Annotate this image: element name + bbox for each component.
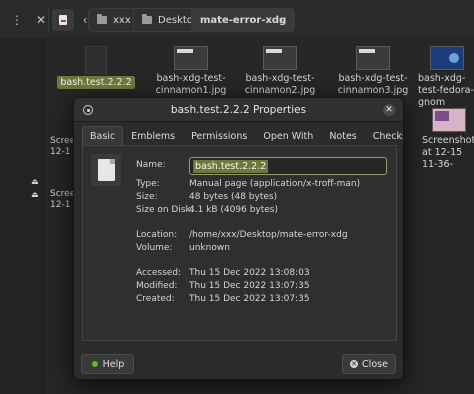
file-item[interactable]: Screenshot at 12-15 11-36-	[422, 108, 474, 171]
file-label: bash-xdg-test-fedora-gnom	[418, 73, 474, 108]
folder-icon	[142, 14, 152, 24]
document-icon	[85, 46, 107, 74]
name-field-value: bash.test.2.2.2	[193, 159, 269, 173]
size-on-disk-value: 4.1 kB (4096 bytes)	[189, 205, 279, 215]
close-button[interactable]: ✕ Close	[342, 354, 396, 374]
file-type-icon[interactable]	[91, 154, 121, 186]
file-item[interactable]: bash-xdg-test-fedora-gnom	[418, 46, 474, 109]
name-field[interactable]: bash.test.2.2.2	[189, 157, 387, 175]
volume-label: Volume:	[136, 243, 173, 253]
size-on-disk-label: Size on Disk:	[136, 205, 194, 215]
image-thumbnail-icon	[263, 46, 297, 70]
breadcrumb-xxx[interactable]: xxx	[88, 8, 140, 32]
tab-open-with[interactable]: Open With	[255, 126, 321, 146]
modified-value: Thu 15 Dec 2022 13:07:35	[189, 281, 310, 291]
file-label: bash-xdg-test-cinnamon3.jpg	[337, 73, 409, 96]
file-manager-toolbar: ⋮ ✕ ‹ xxx Desktop mate-error-xdg ›	[0, 0, 474, 38]
modified-label: Modified:	[136, 281, 178, 291]
file-label: bash-xdg-test-cinnamon2.jpg	[244, 73, 316, 96]
file-item[interactable]: bash-xdg-test-cinnamon2.jpg	[240, 46, 320, 97]
type-label: Type:	[136, 179, 160, 189]
tab-checksums[interactable]: Checksums	[365, 126, 403, 146]
image-thumbnail-icon	[174, 46, 208, 70]
created-value: Thu 15 Dec 2022 13:07:35	[189, 294, 310, 304]
tab-permissions[interactable]: Permissions	[183, 126, 255, 146]
created-label: Created:	[136, 294, 175, 304]
file-label: bash-xdg-test-cinnamon1.jpg	[155, 73, 227, 96]
location-label: Location:	[136, 230, 178, 240]
eject-icon[interactable]: ⏏	[31, 190, 39, 199]
close-icon[interactable]: ✕	[383, 104, 395, 116]
tab-notes[interactable]: Notes	[321, 126, 364, 146]
help-button[interactable]: Help	[81, 354, 134, 374]
partial-file-label[interactable]: Scree 12-1	[50, 136, 73, 158]
menu-icon[interactable]: ⋮	[6, 9, 28, 31]
volume-value: unknown	[189, 243, 230, 253]
image-thumbnail-icon	[432, 108, 466, 132]
file-label: Screenshot at 12-15 11-36-	[422, 135, 474, 170]
location-value: /home/xxx/Desktop/mate-error-xdg	[189, 230, 348, 240]
document-icon	[97, 159, 115, 181]
size-value: 48 bytes (48 bytes)	[189, 192, 278, 202]
file-item[interactable]: bash.test.2.2.2	[56, 46, 136, 89]
image-thumbnail-icon	[356, 46, 390, 70]
tab-bar: Basic Emblems Permissions Open With Note…	[82, 126, 403, 146]
name-label: Name:	[136, 160, 166, 170]
accessed-label: Accessed:	[136, 268, 182, 278]
sidebar: ⏏ ⏏	[0, 38, 44, 394]
chevron-right-icon[interactable]: ›	[270, 9, 292, 31]
dialog-title: bash.test.2.2.2 Properties	[170, 104, 307, 116]
eject-icon[interactable]: ⏏	[31, 177, 39, 186]
file-item[interactable]: bash-xdg-test-cinnamon3.jpg	[333, 46, 413, 97]
tab-basic[interactable]: Basic	[82, 126, 124, 146]
tab-emblems[interactable]: Emblems	[123, 126, 183, 146]
image-thumbnail-icon	[430, 46, 464, 70]
partial-file-label[interactable]: Scree 12-1	[50, 189, 73, 211]
file-label: bash.test.2.2.2	[57, 76, 135, 89]
basic-tab-panel: Name: bash.test.2.2.2 Type: Manual page …	[82, 145, 397, 341]
type-value: Manual page (application/x-troff-man)	[189, 179, 361, 189]
edit-location-icon[interactable]	[52, 9, 74, 31]
file-item[interactable]: bash-xdg-test-cinnamon1.jpg	[151, 46, 231, 97]
toolbar-separator	[48, 8, 49, 32]
properties-dialog: bash.test.2.2.2 Properties ✕ Basic Emble…	[73, 97, 404, 380]
close-icon: ✕	[350, 360, 359, 368]
help-icon	[90, 360, 99, 368]
accessed-value: Thu 15 Dec 2022 13:08:03	[189, 268, 310, 278]
size-label: Size:	[136, 192, 158, 202]
folder-icon	[97, 14, 107, 24]
